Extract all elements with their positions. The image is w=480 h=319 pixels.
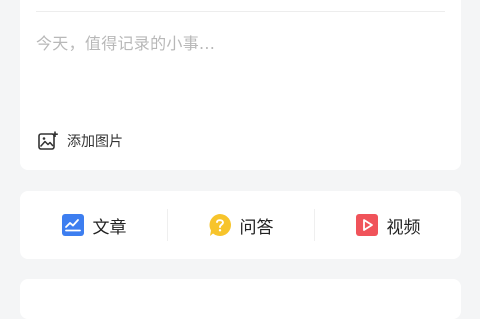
post-type-qa[interactable]: 问答 [167,191,314,259]
post-type-card: 文章 问答 视频 [20,191,461,259]
compose-card: 今天，值得记录的小事... 添加图片 [20,0,461,170]
add-image-label: 添加图片 [67,134,123,150]
video-icon [355,214,378,236]
question-icon [209,214,231,236]
post-type-qa-label: 问答 [239,217,274,238]
feed-card [20,279,461,319]
add-image-button[interactable]: 添加图片 [37,130,123,152]
compose-text-input[interactable]: 今天，值得记录的小事... [36,30,215,54]
image-plus-icon [38,131,58,150]
article-icon [61,214,84,236]
post-type-video-label: 视频 [386,217,421,238]
divider [36,11,445,12]
post-type-article-label: 文章 [92,217,127,238]
post-type-video[interactable]: 视频 [314,191,461,259]
post-type-article[interactable]: 文章 [20,191,167,259]
